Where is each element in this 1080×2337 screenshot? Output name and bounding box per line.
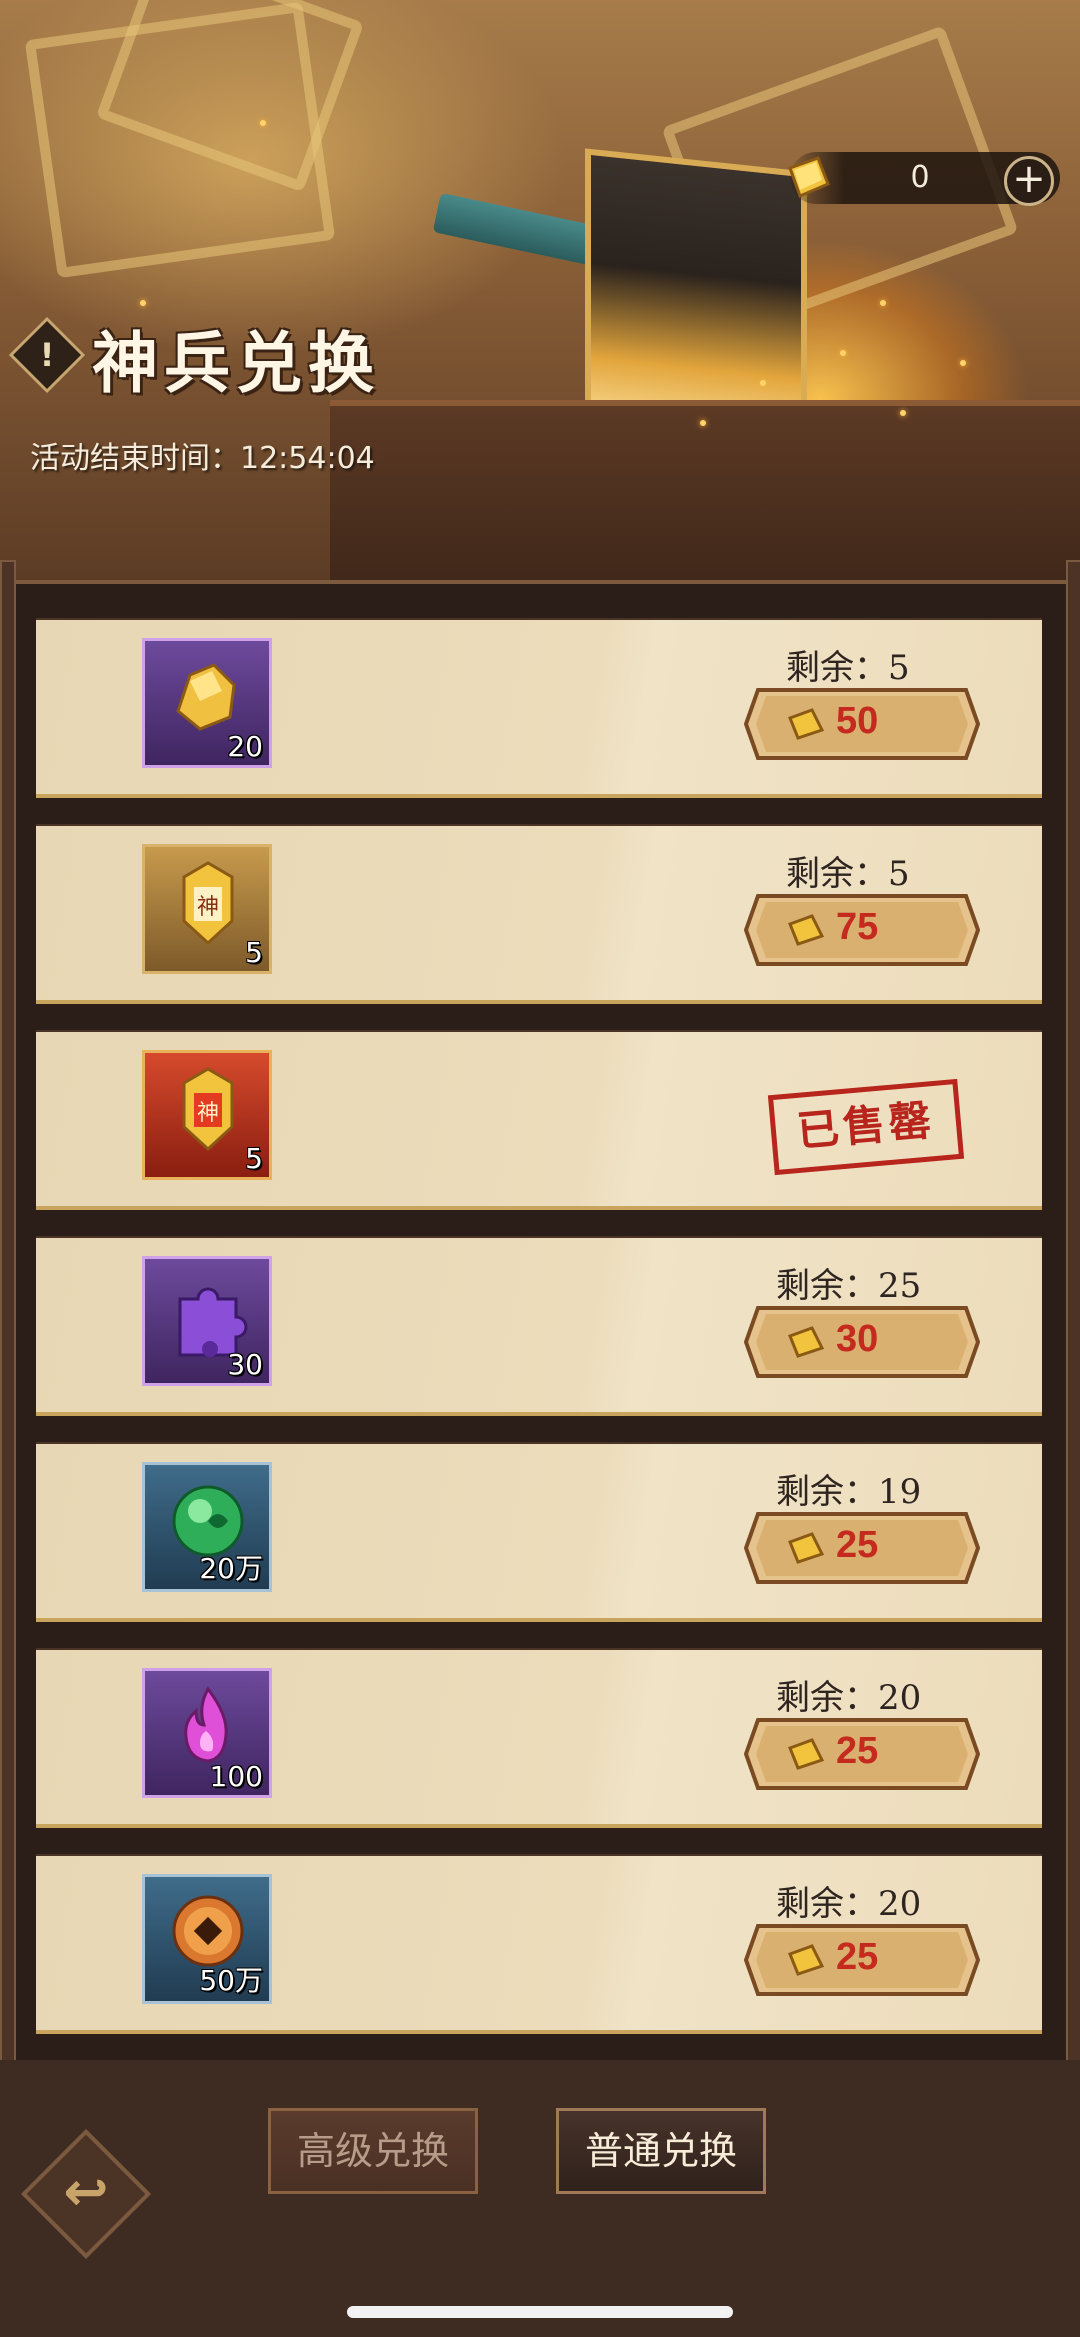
spark <box>760 380 766 386</box>
item-slot[interactable]: 50万 <box>142 1874 272 2004</box>
currency-display: 0 + <box>788 152 1060 206</box>
gold-ingot-icon <box>788 1326 825 1358</box>
spark <box>840 350 846 356</box>
event-timer: 活动结束时间：12:54:04 <box>30 433 375 477</box>
svg-text:神: 神 <box>197 895 219 920</box>
exchange-row: 100 剩余：20 25 <box>36 1650 1042 1828</box>
price-value: 50 <box>836 700 879 742</box>
item-quantity: 50万 <box>199 1964 263 1997</box>
remaining-stock: 剩余：25 <box>776 1266 922 1306</box>
tab-normal-exchange[interactable]: 普通兑换 <box>556 2108 766 2194</box>
price-value: 25 <box>836 1524 879 1566</box>
remaining-stock: 剩余：19 <box>776 1472 922 1512</box>
exclamation-icon: ! <box>39 336 55 374</box>
exchange-row: 20 剩余：5 50 <box>36 620 1042 798</box>
price-value: 30 <box>836 1318 879 1360</box>
item-quantity: 100 <box>209 1760 263 1793</box>
exchange-row: 30 剩余：25 30 <box>36 1238 1042 1416</box>
exchange-price-button[interactable]: 25 <box>744 1718 980 1790</box>
remaining-stock: 剩余：5 <box>786 648 910 688</box>
price-value: 75 <box>836 906 879 948</box>
hammer-handle-illustration <box>432 192 608 268</box>
item-slot[interactable]: 神 5 <box>142 844 272 974</box>
exchange-price-button[interactable]: 25 <box>744 1512 980 1584</box>
tab-advanced-exchange[interactable]: 高级兑换 <box>268 2108 478 2194</box>
item-quantity: 5 <box>245 1142 263 1175</box>
spark <box>900 410 906 416</box>
exchange-row: 50万 剩余：20 25 <box>36 1856 1042 2034</box>
timer-label: 活动结束时间： <box>30 441 240 476</box>
gold-ingot-icon <box>788 914 825 946</box>
gold-ingot-icon <box>788 1944 825 1976</box>
price-value: 25 <box>836 1936 879 1978</box>
timer-value: 12:54:04 <box>240 441 375 476</box>
gold-ingot-icon <box>788 1532 825 1564</box>
item-quantity: 5 <box>245 936 263 969</box>
spark <box>260 120 266 126</box>
price-value: 25 <box>836 1730 879 1772</box>
exchange-price-button[interactable]: 50 <box>744 688 980 760</box>
sold-out-stamp: 已售罄 <box>767 1078 965 1176</box>
currency-amount: 0 <box>910 160 930 195</box>
remaining-stock: 剩余：20 <box>776 1678 922 1718</box>
exchange-row: 神 5 剩余：5 75 <box>36 826 1042 1004</box>
spark <box>700 420 706 426</box>
item-slot[interactable]: 神 5 <box>142 1050 272 1180</box>
item-slot[interactable]: 20万 <box>142 1462 272 1592</box>
page-title: 神兵兑换 <box>92 324 380 402</box>
remaining-stock: 剩余：5 <box>786 854 910 894</box>
item-quantity: 20万 <box>199 1552 263 1585</box>
exchange-price-button[interactable]: 25 <box>744 1924 980 1996</box>
exchange-price-button[interactable]: 30 <box>744 1306 980 1378</box>
item-quantity: 20 <box>227 730 263 763</box>
item-slot[interactable]: 30 <box>142 1256 272 1386</box>
svg-text:神: 神 <box>197 1101 219 1126</box>
item-quantity: 30 <box>227 1348 263 1381</box>
right-rail-decoration <box>1066 560 1080 2084</box>
spark <box>880 300 886 306</box>
back-arrow-icon: ↩ <box>63 2160 109 2223</box>
item-slot[interactable]: 100 <box>142 1668 272 1798</box>
remaining-stock: 剩余：20 <box>776 1884 922 1924</box>
item-slot[interactable]: 20 <box>142 638 272 768</box>
divine-token-red-icon: 神 <box>182 1067 234 1152</box>
gold-ingot-icon <box>788 156 830 199</box>
exchange-price-button[interactable]: 75 <box>744 894 980 966</box>
spark <box>960 360 966 366</box>
left-rail-decoration <box>0 560 16 2084</box>
home-indicator[interactable] <box>347 2306 733 2318</box>
bottom-bar <box>0 2060 1080 2337</box>
exchange-row: 20万 剩余：19 25 <box>36 1444 1042 1622</box>
spark <box>140 300 146 306</box>
exchange-row: 神 5 已售罄 <box>36 1032 1042 1210</box>
divine-token-gold-icon: 神 <box>182 861 234 946</box>
gold-ingot-icon <box>788 1738 825 1770</box>
add-currency-button[interactable]: + <box>1004 156 1054 206</box>
gold-ingot-icon <box>788 708 825 740</box>
anvil-illustration <box>330 400 1080 596</box>
header-banner <box>0 0 1080 600</box>
